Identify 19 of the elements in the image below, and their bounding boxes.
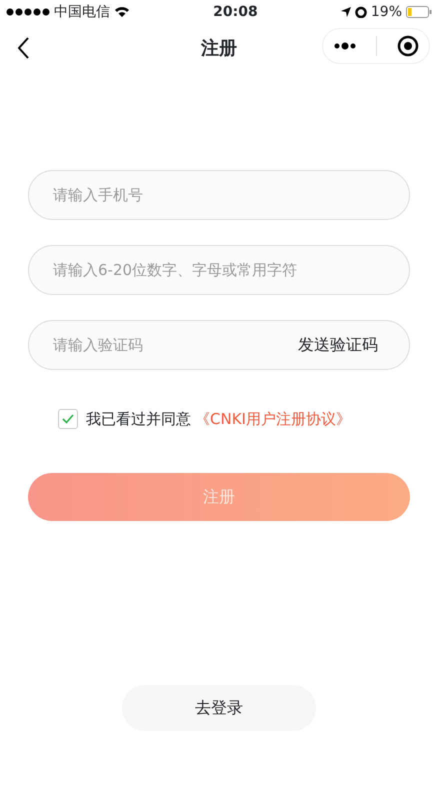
input-field[interactable]: 请输入6-20位数字、字母或常用字符 (28, 245, 410, 295)
carrier-name: 中国电信 (54, 2, 110, 22)
check-icon (62, 414, 74, 424)
close-icon[interactable] (397, 35, 420, 57)
status-time: 20:08 (212, 2, 259, 22)
login-button[interactable]: 去登录 (122, 684, 316, 730)
signal-icon (6, 8, 50, 16)
send-code-link[interactable]: 发送验证码 (298, 333, 378, 357)
page-title: 注册 (201, 36, 237, 60)
wifi-icon (114, 6, 130, 18)
battery-icon (406, 6, 432, 18)
more-icon[interactable] (332, 42, 357, 50)
alarm-icon (354, 6, 367, 18)
back-icon[interactable] (18, 37, 30, 59)
input-field[interactable]: 请输入手机号 (28, 170, 410, 220)
agreement-text: 我已看过并同意 (86, 409, 191, 430)
agree-checkbox[interactable] (58, 409, 78, 430)
battery-percent: 19% (370, 2, 402, 22)
location-icon (340, 7, 351, 17)
